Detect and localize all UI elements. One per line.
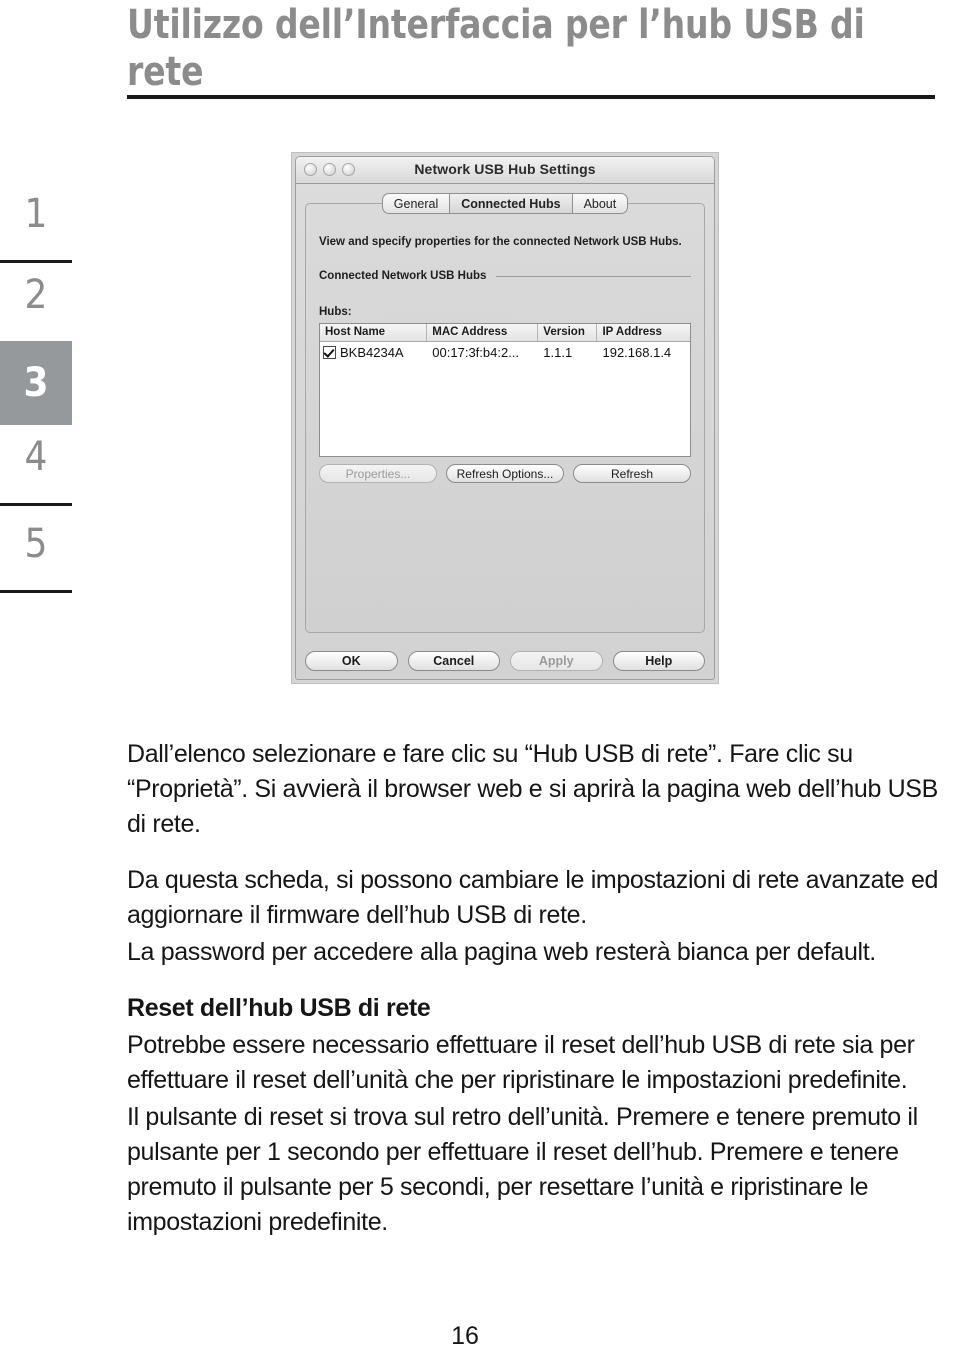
host-name-value: BKB4234A xyxy=(340,344,404,360)
cancel-button[interactable]: Cancel xyxy=(407,651,500,671)
column-header-version[interactable]: Version xyxy=(538,324,598,341)
screenshot-figure: Network USB Hub Settings General Connect… xyxy=(291,152,719,684)
cell-host-name[interactable]: BKB4234A xyxy=(320,345,427,360)
tab-panel: General Connected Hubs About View and sp… xyxy=(305,193,705,633)
table-row[interactable]: BKB4234A 00:17:3f:b4:2... 1.1.1 192.168.… xyxy=(320,342,690,362)
tab-content-connected-hubs: View and specify properties for the conn… xyxy=(305,203,705,633)
list-action-buttons: Properties... Refresh Options... Refresh xyxy=(319,464,691,483)
step-label: 5 xyxy=(24,521,48,567)
dialog-titlebar: Network USB Hub Settings xyxy=(296,157,714,184)
heading-divider xyxy=(127,95,935,99)
paragraph-4: Potrebbe essere necessario effettuare il… xyxy=(127,1031,915,1094)
cell-mac-address: 00:17:3f:b4:2... xyxy=(432,344,520,360)
help-button[interactable]: Help xyxy=(612,651,705,671)
paragraph-1: Dall’elenco selezionare e fare clic su “… xyxy=(127,740,938,838)
hubs-table[interactable]: Host Name MAC Address Version IP Address… xyxy=(319,323,691,457)
step-label: 3 xyxy=(23,360,49,406)
refresh-options-button[interactable]: Refresh Options... xyxy=(446,464,564,483)
column-header-mac-address[interactable]: MAC Address xyxy=(427,324,539,341)
column-header-ip-address[interactable]: IP Address xyxy=(597,324,690,341)
cell-version: 1.1.1 xyxy=(543,344,573,360)
step-divider xyxy=(0,590,72,593)
cell-ip-address: 192.168.1.4 xyxy=(602,344,672,360)
group-label: Connected Network USB Hubs xyxy=(319,270,487,282)
step-indicator-2[interactable]: 2 xyxy=(0,271,72,341)
apply-button[interactable]: Apply xyxy=(510,651,603,671)
page-title: Utilizzo dell’Interfaccia per l’hub USB … xyxy=(127,2,865,95)
paragraph-3: La password per accedere alla pagina web… xyxy=(127,938,876,966)
tab-about[interactable]: About xyxy=(571,193,629,214)
network-usb-hub-settings-dialog: Network USB Hub Settings General Connect… xyxy=(295,156,715,680)
hubs-list-label: Hubs: xyxy=(319,306,352,318)
group-header: Connected Network USB Hubs xyxy=(319,270,691,282)
group-divider xyxy=(496,275,691,277)
table-header-row: Host Name MAC Address Version IP Address xyxy=(320,324,690,342)
tab-connected-hubs[interactable]: Connected Hubs xyxy=(449,193,572,214)
row-checkbox-icon[interactable] xyxy=(323,345,336,359)
column-header-host-name[interactable]: Host Name xyxy=(320,324,428,341)
section-subheading: Reset dell’hub USB di rete xyxy=(127,994,431,1022)
step-indicator-5[interactable]: 5 xyxy=(0,520,72,590)
dialog-title: Network USB Hub Settings xyxy=(414,161,596,177)
properties-button[interactable]: Properties... xyxy=(319,464,437,483)
paragraph-2: Da questa scheda, si possono cambiare le… xyxy=(127,866,939,929)
step-indicator-3[interactable]: 3 xyxy=(0,341,72,425)
step-indicator-4[interactable]: 4 xyxy=(0,433,72,503)
panel-description: View and specify properties for the conn… xyxy=(319,236,682,248)
tab-general[interactable]: General xyxy=(381,193,450,214)
dialog-footer-buttons: OK Cancel Apply Help xyxy=(305,651,705,671)
refresh-button[interactable]: Refresh xyxy=(573,464,691,483)
tab-strip: General Connected Hubs About xyxy=(305,193,705,214)
page-number: 16 xyxy=(451,1322,479,1350)
step-indicator-1[interactable]: 1 xyxy=(0,190,72,260)
step-label: 4 xyxy=(24,434,48,480)
paragraph-5: Il pulsante di reset si trova sul retro … xyxy=(127,1103,918,1236)
step-rail: 1 2 3 4 5 xyxy=(0,190,76,593)
step-label: 1 xyxy=(24,191,48,237)
step-label: 2 xyxy=(24,272,48,318)
ok-button[interactable]: OK xyxy=(305,651,398,671)
body-copy: Dall’elenco selezionare e fare clic su “… xyxy=(127,737,947,1240)
